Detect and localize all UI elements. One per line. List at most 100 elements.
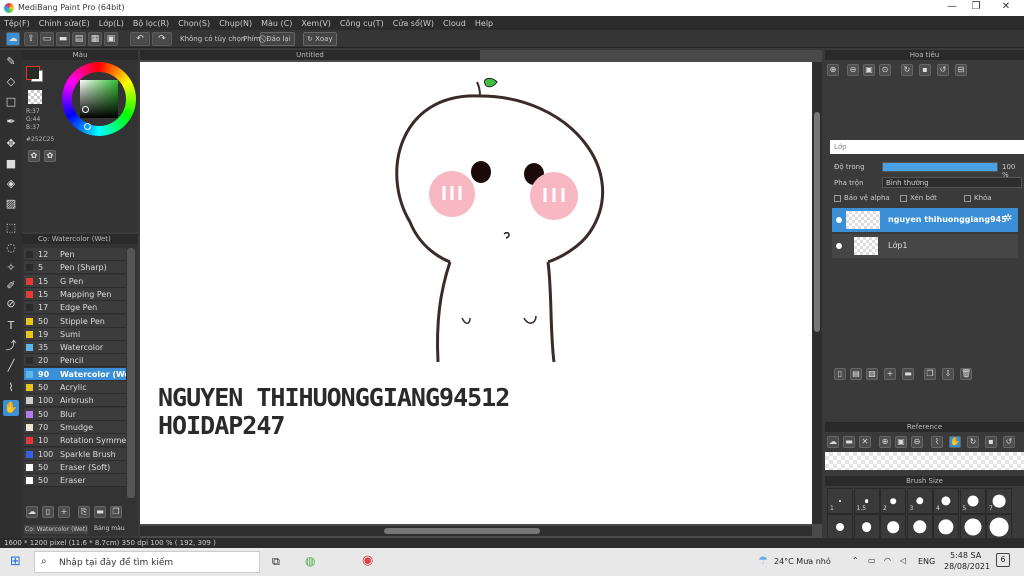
select-pen-tool-icon[interactable]: ✐ bbox=[3, 278, 19, 294]
brush-size-cell[interactable]: 1 bbox=[827, 488, 853, 514]
ref-reset-icon[interactable]: ↺ bbox=[1003, 436, 1015, 448]
brush-item[interactable]: 15 G Pen bbox=[24, 274, 126, 288]
ref-cloud-icon[interactable]: ☁ bbox=[827, 436, 839, 448]
brush-item[interactable]: 20 Pencil bbox=[24, 354, 126, 368]
ref-hand-icon[interactable]: ✋ bbox=[949, 436, 961, 448]
gradient-tool-icon[interactable]: ▨ bbox=[3, 196, 19, 212]
pen-tool-icon[interactable]: ✒ bbox=[3, 114, 19, 130]
brush-tab[interactable]: Cọ: Watercolor (Wet) bbox=[24, 525, 89, 534]
brush-size-cell[interactable] bbox=[906, 514, 933, 540]
menu-help[interactable]: Help bbox=[475, 19, 493, 28]
brush-size-cell[interactable]: 1.5 bbox=[853, 488, 880, 514]
clock-date[interactable]: 28/08/2021 bbox=[944, 562, 990, 571]
brush-size-cell[interactable] bbox=[959, 514, 986, 540]
maximize-button[interactable]: ❐ bbox=[966, 1, 986, 12]
cloud-icon[interactable]: ☁ bbox=[6, 32, 20, 46]
nav-flip-icon[interactable]: ▪ bbox=[919, 64, 931, 76]
brush-item[interactable]: 50 Eraser (Soft) bbox=[24, 460, 126, 474]
layer-delete-icon[interactable]: 🗑 bbox=[960, 368, 972, 380]
layer-merge-icon[interactable]: ⇩ bbox=[942, 368, 954, 380]
nav-zoom-out-icon[interactable]: ⊖ bbox=[847, 64, 859, 76]
brush-item[interactable]: 100 Airbrush bbox=[24, 394, 126, 408]
brush-item[interactable]: 70 Smudge bbox=[24, 420, 126, 434]
select-eraser-tool-icon[interactable]: ⊘ bbox=[3, 296, 19, 312]
blend-select[interactable]: Bình thường bbox=[882, 177, 1022, 188]
menu-filter[interactable]: Bộ lọc(R) bbox=[133, 19, 169, 28]
hand-tool-icon[interactable]: ✋ bbox=[3, 400, 19, 416]
select-tool-icon[interactable]: ⬚ bbox=[3, 220, 19, 236]
ref-close-icon[interactable]: ✕ bbox=[859, 436, 871, 448]
brush-item[interactable]: 90 Watercolor (We bbox=[24, 367, 126, 381]
ref-rotate-icon[interactable]: ↻ bbox=[967, 436, 979, 448]
protect-alpha-checkbox[interactable] bbox=[834, 195, 841, 202]
menu-view[interactable]: Xem(V) bbox=[301, 19, 331, 28]
lock-checkbox[interactable] bbox=[964, 195, 971, 202]
brush-item[interactable]: 100 Sparkle Brush bbox=[24, 447, 126, 461]
comment-icon[interactable]: ▭ bbox=[40, 32, 54, 46]
layer-new-halftone-icon[interactable]: ▤ bbox=[850, 368, 862, 380]
menu-snap[interactable]: Chụp(N) bbox=[219, 19, 252, 28]
ref-fit-icon[interactable]: ▣ bbox=[895, 436, 907, 448]
layer-new-8bit-icon[interactable]: ▧ bbox=[866, 368, 878, 380]
operation-tool-icon[interactable]: ⤴ bbox=[3, 338, 19, 354]
wifi-icon[interactable]: ◠ bbox=[884, 556, 891, 565]
canvas-tab[interactable]: Untitled bbox=[140, 50, 480, 60]
brush-duplicate-icon[interactable]: ❐ bbox=[110, 506, 122, 518]
layer-settings-icon[interactable]: ✲ bbox=[1004, 213, 1012, 224]
brush-item[interactable]: 5 Pen (Sharp) bbox=[24, 261, 126, 275]
brush-item[interactable]: 50 Acrylic bbox=[24, 381, 126, 394]
nav-zoom-in-icon[interactable]: ⊕ bbox=[827, 64, 839, 76]
menu-edit[interactable]: Chỉnh sửa(E) bbox=[39, 19, 90, 28]
layer-new-icon[interactable]: ▯ bbox=[834, 368, 846, 380]
brush-item[interactable]: 50 Blur bbox=[24, 407, 126, 421]
brush-size-cell[interactable]: 2 bbox=[880, 488, 906, 514]
brush-add-icon[interactable]: + bbox=[58, 506, 70, 518]
app-icon-2[interactable]: ◉ bbox=[362, 553, 373, 568]
eraser-tool-icon[interactable]: ◇ bbox=[3, 74, 19, 90]
share-icon[interactable]: ⇪ bbox=[24, 32, 38, 46]
brush-item[interactable]: 12 Pen bbox=[24, 248, 126, 261]
move-tool-icon[interactable]: ✥ bbox=[3, 136, 19, 152]
hue-handle[interactable] bbox=[84, 123, 91, 130]
eyedropper-tool-icon[interactable]: ⌇ bbox=[3, 380, 19, 396]
ref-zoom-in-icon[interactable]: ⊕ bbox=[879, 436, 891, 448]
nav-rotate-icon[interactable]: ↻ bbox=[901, 64, 913, 76]
reference-canvas[interactable] bbox=[825, 452, 1024, 470]
brush-item[interactable]: 19 Sumi bbox=[24, 327, 126, 341]
layer-add-icon[interactable]: + bbox=[884, 368, 896, 380]
menu-cloud[interactable]: Cloud bbox=[443, 19, 466, 28]
vscroll-thumb[interactable] bbox=[814, 112, 820, 332]
palette-settings-icon[interactable]: ✿ bbox=[44, 150, 56, 162]
ref-eyedropper-icon[interactable]: ⌇ bbox=[931, 436, 943, 448]
ref-flip-icon[interactable]: ▪ bbox=[985, 436, 997, 448]
clipping-checkbox[interactable] bbox=[900, 195, 907, 202]
minimize-button[interactable]: — bbox=[942, 1, 962, 12]
brush-folder-icon[interactable]: ▬ bbox=[94, 506, 106, 518]
nav-actual-icon[interactable]: ⊙ bbox=[879, 64, 891, 76]
brush-copy-icon[interactable]: ⎘ bbox=[78, 506, 90, 518]
brush-new-icon[interactable]: ▯ bbox=[42, 506, 54, 518]
text-tool-icon[interactable]: T bbox=[3, 318, 19, 334]
network-icon[interactable]: ▭ bbox=[868, 556, 876, 565]
brush-list-scrollbar[interactable] bbox=[127, 248, 135, 498]
tray-chevron-icon[interactable]: ⌃ bbox=[852, 556, 859, 565]
lasso-tool-icon[interactable]: ◌ bbox=[3, 240, 19, 256]
undo-icon[interactable]: ↶ bbox=[130, 32, 150, 46]
redo-icon[interactable]: ↷ bbox=[152, 32, 172, 46]
brush-item[interactable]: 15 Mapping Pen bbox=[24, 287, 126, 301]
clock-time[interactable]: 5:48 SA bbox=[950, 551, 981, 560]
palette-add-icon[interactable]: ✿ bbox=[28, 150, 40, 162]
brush-size-cell[interactable] bbox=[827, 514, 853, 540]
page-icon[interactable]: ▤ bbox=[72, 32, 86, 46]
ref-folder-icon[interactable]: ▬ bbox=[843, 436, 855, 448]
menu-file[interactable]: Tệp(F) bbox=[4, 19, 30, 28]
bucket-tool-icon[interactable]: ◈ bbox=[3, 176, 19, 192]
hscroll-thumb[interactable] bbox=[384, 528, 540, 534]
menu-tools[interactable]: Công cụ(T) bbox=[340, 19, 384, 28]
menu-select[interactable]: Chọn(S) bbox=[178, 19, 210, 28]
color-picker-handle[interactable] bbox=[82, 106, 89, 113]
eye-icon[interactable] bbox=[836, 217, 842, 223]
menu-color[interactable]: Màu (C) bbox=[261, 19, 292, 28]
nav-lock-icon[interactable]: ⊟ bbox=[955, 64, 967, 76]
taskbar-search-box[interactable]: ⌕ Nhập tại đây để tìm kiếm bbox=[34, 551, 260, 573]
